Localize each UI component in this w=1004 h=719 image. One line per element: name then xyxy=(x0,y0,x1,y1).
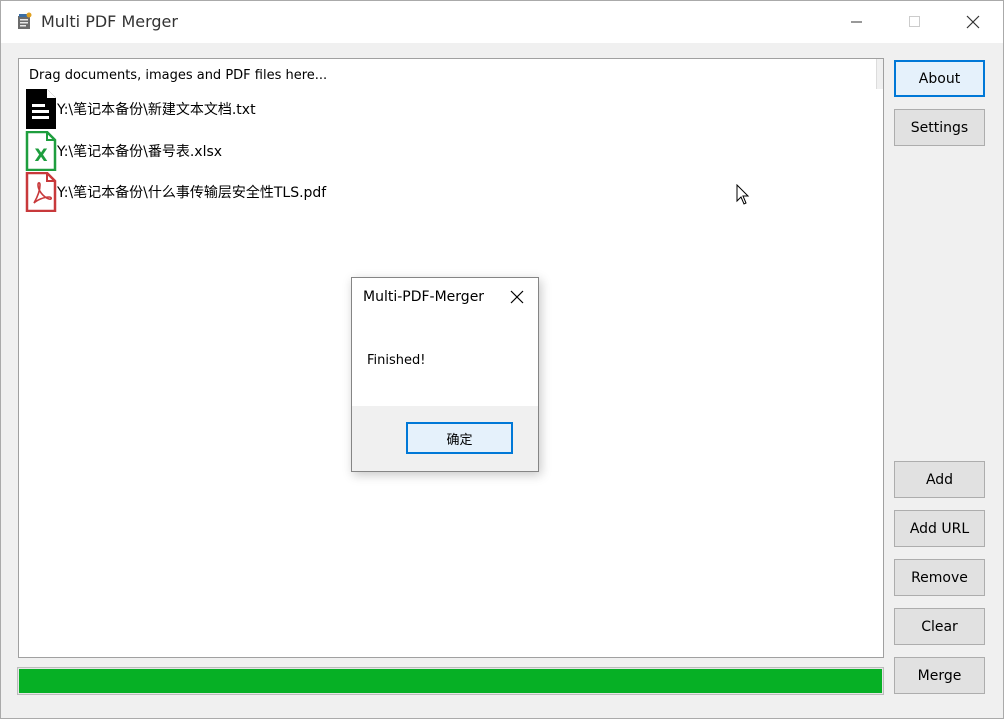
pdf-file-icon xyxy=(25,172,57,212)
minimize-button[interactable] xyxy=(827,1,887,43)
add-url-button[interactable]: Add URL xyxy=(894,510,985,547)
dialog-footer: 确定 xyxy=(352,406,538,471)
dialog-message: Finished! xyxy=(367,353,426,368)
file-list-item[interactable]: Y:\笔记本备份\新建文本文档.txt xyxy=(25,89,256,129)
svg-text:X: X xyxy=(34,146,47,166)
remove-button[interactable]: Remove xyxy=(894,559,985,596)
title-bar[interactable]: Multi PDF Merger xyxy=(1,1,1003,43)
close-button[interactable] xyxy=(943,1,1003,43)
clear-button[interactable]: Clear xyxy=(894,608,985,645)
merge-button[interactable]: Merge xyxy=(894,657,985,694)
merge-progress-bar xyxy=(17,667,884,695)
maximize-icon xyxy=(909,16,920,27)
file-name: Y:\笔记本备份\新建文本文档.txt xyxy=(57,102,256,118)
dialog-close-icon[interactable] xyxy=(508,288,526,306)
file-list-item[interactable]: Y:\笔记本备份\什么事传输层安全性TLS.pdf xyxy=(25,172,326,212)
txt-file-icon xyxy=(26,89,56,129)
file-name: Y:\笔记本备份\什么事传输层安全性TLS.pdf xyxy=(57,185,327,201)
maximize-button xyxy=(885,1,945,43)
list-scrollbar[interactable] xyxy=(876,59,883,89)
window-title: Multi PDF Merger xyxy=(41,12,178,31)
minimize-icon xyxy=(851,21,862,23)
app-window: Multi PDF Merger Drag documents, images … xyxy=(0,0,1004,719)
drag-hint-text: Drag documents, images and PDF files her… xyxy=(29,68,328,83)
mouse-cursor-icon xyxy=(736,184,750,205)
excel-file-icon: X xyxy=(25,131,57,171)
progress-fill xyxy=(19,669,882,693)
app-logo-icon xyxy=(18,12,32,29)
about-button[interactable]: About xyxy=(894,60,985,97)
add-button[interactable]: Add xyxy=(894,461,985,498)
finished-dialog: Multi-PDF-Merger Finished! 确定 xyxy=(351,277,539,472)
dialog-title: Multi-PDF-Merger xyxy=(363,289,485,305)
ok-button[interactable]: 确定 xyxy=(406,422,513,454)
close-icon xyxy=(966,15,980,29)
file-name: Y:\笔记本备份\番号表.xlsx xyxy=(57,144,223,160)
settings-button[interactable]: Settings xyxy=(894,109,985,146)
file-list-item[interactable]: X Y:\笔记本备份\番号表.xlsx xyxy=(25,131,222,171)
